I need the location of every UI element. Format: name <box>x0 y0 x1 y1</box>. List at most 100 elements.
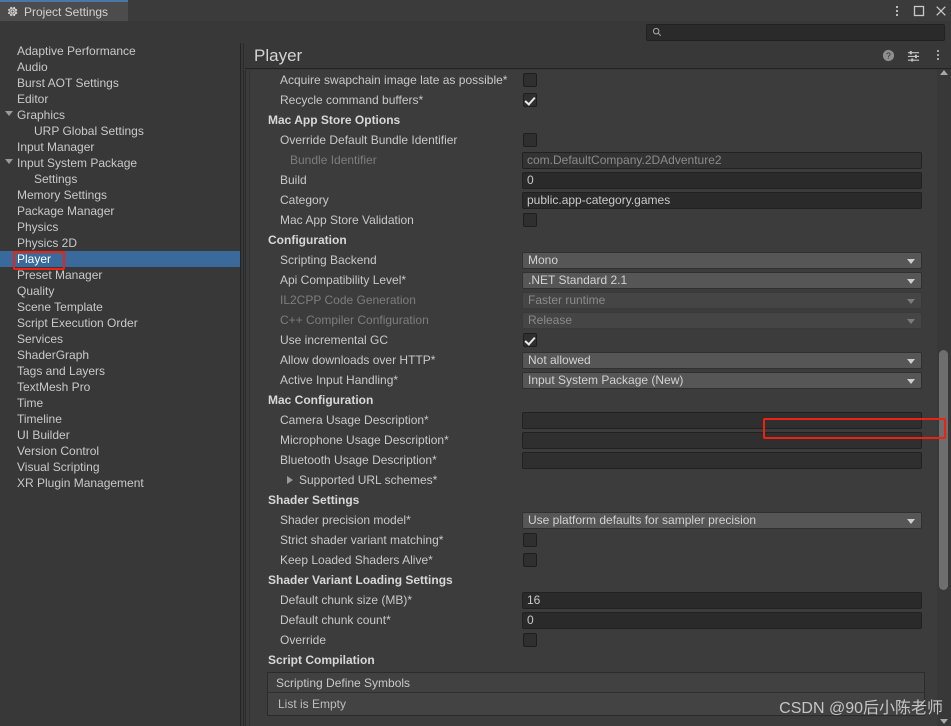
checkbox-override[interactable] <box>523 633 537 647</box>
preset-settings-icon[interactable] <box>906 48 920 62</box>
scroll-up-arrow-icon[interactable] <box>940 70 948 75</box>
chevron-down-icon[interactable] <box>907 518 915 524</box>
svg-text:?: ? <box>886 50 891 60</box>
dropdown-il2cpp-code-generation[interactable]: Faster runtime <box>522 291 922 309</box>
sidebar-item-package-manager[interactable]: Package Manager <box>0 203 240 219</box>
tab-project-settings[interactable]: Project Settings <box>0 0 128 21</box>
sidebar-item-player[interactable]: Player <box>0 251 240 267</box>
section-title: Mac Configuration <box>268 393 374 407</box>
sidebar-item-settings[interactable]: Settings <box>0 171 240 187</box>
sidebar-item-scene-template[interactable]: Scene Template <box>0 299 240 315</box>
text-field-camera-usage-description[interactable] <box>522 411 922 429</box>
text-field-default-chunk-size-mb[interactable]: 16 <box>522 591 922 609</box>
checkbox-acquire-swapchain-image-late-as-possible[interactable] <box>523 73 537 87</box>
dropdown-active-input-handling[interactable]: Input System Package (New) <box>522 371 922 389</box>
dropdown-allow-downloads-over-http[interactable]: Not allowed <box>522 351 922 369</box>
sidebar-item-input-manager[interactable]: Input Manager <box>0 139 240 155</box>
sidebar-item-graphics[interactable]: Graphics <box>0 107 240 123</box>
sidebar-item-audio[interactable]: Audio <box>0 59 240 75</box>
setting-label: Override <box>280 633 327 647</box>
help-icon[interactable]: ? <box>881 48 895 62</box>
scrollbar-thumb[interactable] <box>939 350 948 590</box>
sidebar-item-editor[interactable]: Editor <box>0 91 240 107</box>
sidebar-item-physics-2d[interactable]: Physics 2D <box>0 235 240 251</box>
sidebar-list: Adaptive Performance Audio Burst AOT Setti… <box>0 43 240 491</box>
kebab-menu-icon[interactable] <box>890 4 903 17</box>
kebab-menu-icon[interactable] <box>931 48 945 62</box>
sidebar-item-quality[interactable]: Quality <box>0 283 240 299</box>
setting-row-override-default-bundle-identifier: Override Default Bundle Identifier <box>245 130 937 150</box>
chevron-down-icon[interactable] <box>907 298 915 304</box>
chevron-down-icon[interactable] <box>907 378 915 384</box>
scroll-down-arrow-icon[interactable] <box>940 719 948 724</box>
scripting-define-symbols-list[interactable]: Scripting Define Symbols List is Empty <box>267 672 925 716</box>
setting-row-il2cpp-code-generation: IL2CPP Code Generation Faster runtime <box>245 290 937 310</box>
text-field-category[interactable]: public.app-category.games <box>522 191 922 209</box>
dropdown-shader-precision-model[interactable]: Use platform defaults for sampler precis… <box>522 511 922 529</box>
checkbox-keep-loaded-shaders-alive[interactable] <box>523 553 537 567</box>
dropdown-value: Not allowed <box>528 352 591 367</box>
text-field-bundle-identifier[interactable]: com.DefaultCompany.2DAdventure2 <box>522 151 922 169</box>
sidebar-item-burst-aot-settings[interactable]: Burst AOT Settings <box>0 75 240 91</box>
sidebar-item-urp-global-settings[interactable]: URP Global Settings <box>0 123 240 139</box>
chevron-down-icon[interactable] <box>907 358 915 364</box>
settings-sidebar[interactable]: Adaptive Performance Audio Burst AOT Setti… <box>0 43 240 726</box>
search-box[interactable] <box>646 24 945 41</box>
sidebar-item-shadergraph[interactable]: ShaderGraph <box>0 347 240 363</box>
chevron-down-icon[interactable] <box>907 318 915 324</box>
vertical-scrollbar[interactable] <box>937 70 951 726</box>
setting-label[interactable]: Supported URL schemes* <box>299 473 437 487</box>
checkbox-override-default-bundle-identifier[interactable] <box>523 133 537 147</box>
dropdown-scripting-backend[interactable]: Mono <box>522 251 922 269</box>
setting-label: IL2CPP Code Generation <box>280 293 416 307</box>
setting-label: Bundle Identifier <box>290 153 377 167</box>
setting-label: Allow downloads over HTTP* <box>280 353 436 367</box>
checkbox-use-incremental-gc[interactable] <box>523 333 537 347</box>
sidebar-item-version-control[interactable]: Version Control <box>0 443 240 459</box>
page-title: Player <box>254 46 303 65</box>
chevron-down-icon[interactable] <box>5 159 13 164</box>
sidebar-item-script-execution-order[interactable]: Script Execution Order <box>0 315 240 331</box>
setting-label: Shader precision model* <box>280 513 411 527</box>
checkbox-recycle-command-buffers[interactable] <box>523 93 537 107</box>
setting-label: Strict shader variant matching* <box>280 533 444 547</box>
chevron-down-icon[interactable] <box>907 258 915 264</box>
sidebar-item-xr-plugin-management[interactable]: XR Plugin Management <box>0 475 240 491</box>
text-field-default-chunk-count[interactable]: 0 <box>522 611 922 629</box>
text-field-bluetooth-usage-description[interactable] <box>522 451 922 469</box>
chevron-down-icon[interactable] <box>5 111 13 116</box>
section-title: Mac App Store Options <box>268 113 401 127</box>
sidebar-item-timeline[interactable]: Timeline <box>0 411 240 427</box>
maximize-icon[interactable] <box>912 4 925 17</box>
sidebar-item-textmesh-pro[interactable]: TextMesh Pro <box>0 379 240 395</box>
sidebar-item-label: Script Execution Order <box>17 316 138 330</box>
sidebar-item-ui-builder[interactable]: UI Builder <box>0 427 240 443</box>
sidebar-item-adaptive-performance[interactable]: Adaptive Performance <box>0 43 240 59</box>
sidebar-item-time[interactable]: Time <box>0 395 240 411</box>
close-icon[interactable] <box>934 4 947 17</box>
dropdown-c-compiler-configuration[interactable]: Release <box>522 311 922 329</box>
chevron-down-icon[interactable] <box>907 278 915 284</box>
setting-row-supported-url-schemes: Supported URL schemes* <box>245 470 937 490</box>
sidebar-item-label: URP Global Settings <box>34 124 144 138</box>
sidebar-item-visual-scripting[interactable]: Visual Scripting <box>0 459 240 475</box>
checkbox-mac-app-store-validation[interactable] <box>523 213 537 227</box>
search-input[interactable] <box>666 26 936 39</box>
sidebar-item-physics[interactable]: Physics <box>0 219 240 235</box>
text-field-build[interactable]: 0 <box>522 171 922 189</box>
sidebar-item-services[interactable]: Services <box>0 331 240 347</box>
sidebar-item-label: Services <box>17 332 64 346</box>
chevron-right-icon[interactable] <box>287 476 293 484</box>
sidebar-item-label: Quality <box>17 284 55 298</box>
checkbox-strict-shader-variant-matching[interactable] <box>523 533 537 547</box>
sidebar-item-input-system-package[interactable]: Input System Package <box>0 155 240 171</box>
player-settings-panel: Player ? Acquire swapchain image late as… <box>245 43 951 726</box>
text-field-microphone-usage-description[interactable] <box>522 431 922 449</box>
sidebar-item-memory-settings[interactable]: Memory Settings <box>0 187 240 203</box>
section-header-shader-settings: Shader Settings <box>245 490 937 510</box>
sidebar-item-preset-manager[interactable]: Preset Manager <box>0 267 240 283</box>
dropdown-api-compatibility-level[interactable]: .NET Standard 2.1 <box>522 271 922 289</box>
setting-row-default-chunk-size-mb: Default chunk size (MB)* 16 <box>245 590 937 610</box>
setting-row-recycle-command-buffers: Recycle command buffers* <box>245 90 937 110</box>
sidebar-item-tags-and-layers[interactable]: Tags and Layers <box>0 363 240 379</box>
